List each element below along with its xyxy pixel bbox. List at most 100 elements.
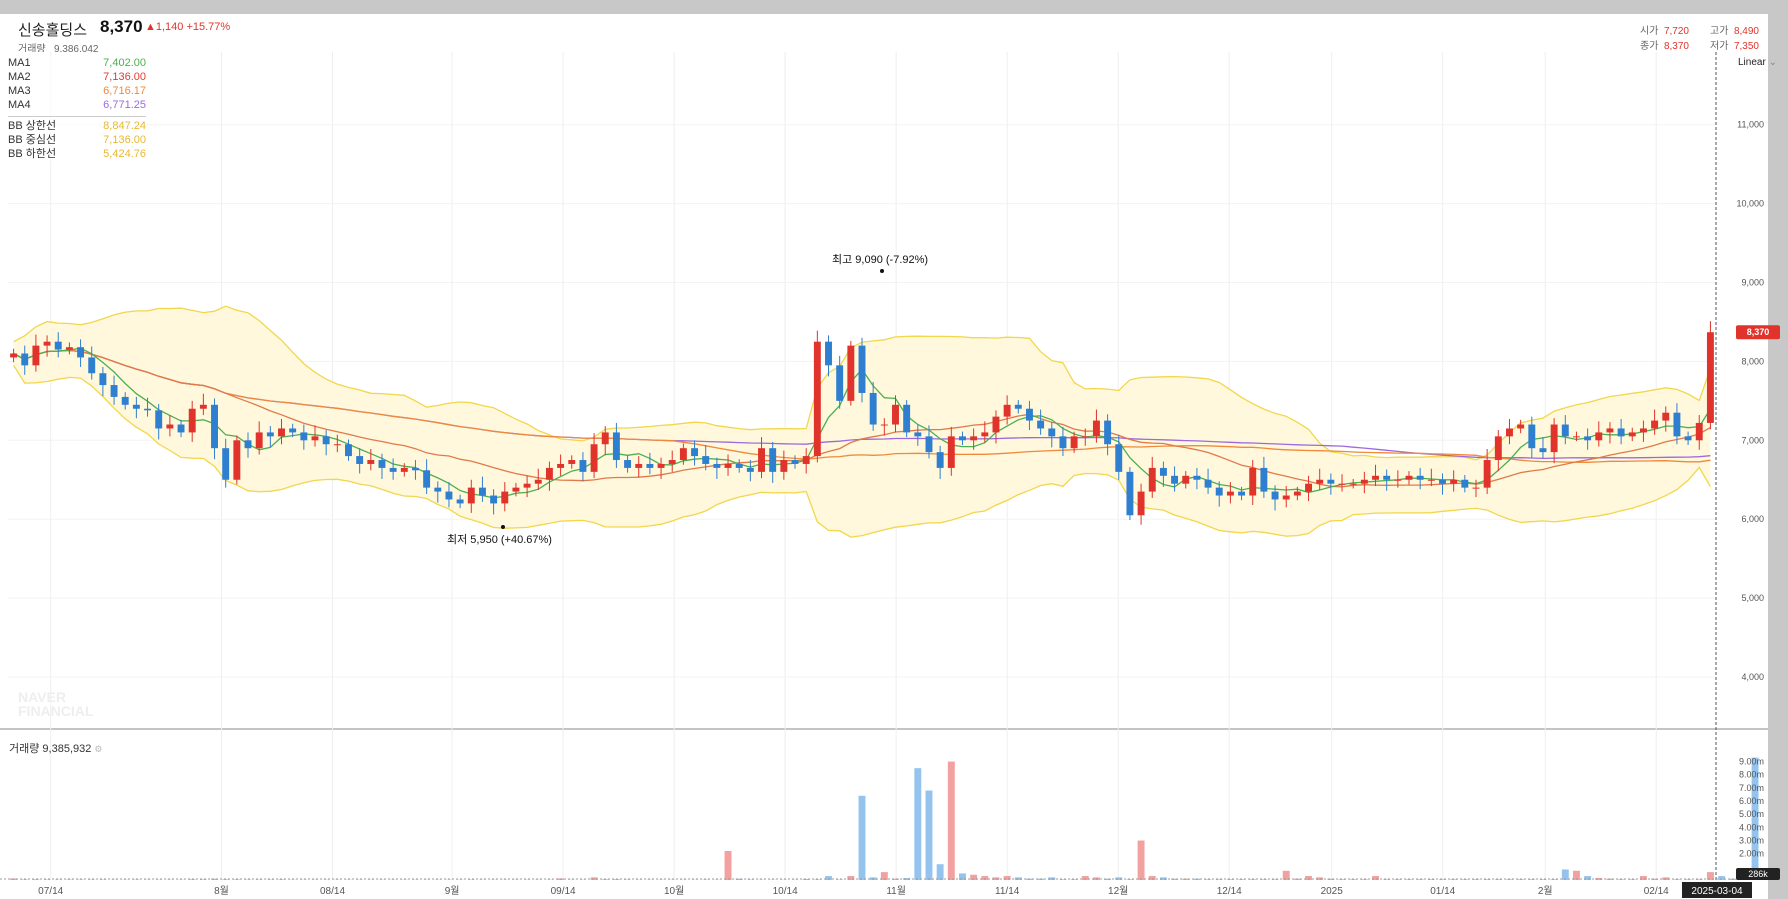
candle-body — [1651, 420, 1659, 429]
candle-body — [813, 341, 821, 457]
legend-ma3: MA3 6,716.17 — [8, 84, 146, 98]
candle-body — [1327, 479, 1335, 484]
candle-body — [679, 448, 687, 461]
volume-tick-label: 3.00m — [1739, 836, 1764, 846]
candle-body — [1182, 475, 1190, 484]
candle-body — [1338, 483, 1346, 485]
candle-body — [478, 487, 486, 496]
scale-mode-dropdown[interactable]: Linear ⌄ — [1738, 57, 1777, 68]
candle-body — [691, 448, 699, 457]
candle-body — [389, 467, 397, 472]
candle-body — [1550, 424, 1558, 453]
x-tick-label: 01/14 — [1430, 886, 1455, 897]
watermark-line: FINANCIAL — [18, 703, 94, 719]
candle-body — [1528, 424, 1536, 449]
candle-body — [43, 341, 51, 346]
candle-body — [590, 444, 598, 472]
candle-body — [255, 432, 263, 449]
volume-tick-label: 5.00m — [1739, 809, 1764, 819]
candle-body — [144, 408, 152, 411]
price-chart[interactable]: 07/14 8월 08/14 9월 09/14 10월 10/14 11월 11/14 12월 12… — [0, 0, 1788, 899]
legend-label: BB 하한선 — [8, 148, 57, 160]
candle-body — [88, 357, 96, 374]
date-tag-label: 2025-03-04 — [1691, 886, 1743, 897]
indicator-legend: MA1 7,402.00 MA2 7,136.00 MA3 6,716.17 MA4 6… — [8, 56, 146, 161]
candle-body — [378, 460, 386, 468]
x-tick-label: 10/14 — [773, 886, 798, 897]
legend-value: 5,424.76 — [103, 148, 146, 160]
candle-body — [970, 436, 978, 441]
candle-body — [132, 404, 140, 409]
candle-body — [21, 353, 29, 366]
legend-value: 7,136.00 — [103, 134, 146, 146]
candle-body — [1472, 487, 1480, 489]
candle-body — [914, 432, 922, 437]
volume-bar — [1561, 869, 1569, 880]
candle-body — [356, 456, 364, 464]
scale-mode-label: Linear — [1738, 57, 1766, 68]
volume-tick-label: 9.00m — [1739, 757, 1764, 767]
candle-body — [892, 404, 899, 425]
candle-body — [1171, 475, 1179, 484]
legend-divider — [8, 116, 146, 117]
candle-body — [456, 499, 464, 504]
legend-ma2: MA2 7,136.00 — [8, 70, 146, 84]
candle-body — [601, 432, 609, 445]
candle-body — [1394, 479, 1402, 481]
legend-bb-lower: BB 하한선 5,424.76 — [8, 147, 146, 161]
volume-bar — [947, 761, 955, 880]
candle-body — [1595, 432, 1603, 441]
legend-value: 8,847.24 — [103, 120, 146, 132]
legend-value: 7,136.00 — [103, 71, 146, 83]
candle-body — [1293, 491, 1301, 496]
candle-body — [1282, 495, 1290, 500]
x-tick-label: 10월 — [664, 885, 684, 897]
candle-body — [1104, 420, 1112, 445]
x-tick-label: 2월 — [1538, 885, 1553, 897]
x-tick-label: 9월 — [445, 885, 460, 897]
candle-body — [211, 404, 218, 449]
candle-body — [825, 341, 832, 366]
candle-body — [657, 463, 665, 468]
candle-body — [1584, 436, 1592, 441]
candle-body — [1684, 436, 1692, 441]
high-marker — [880, 269, 884, 273]
candle-body — [959, 436, 966, 441]
candle-body — [10, 353, 18, 358]
candle-body — [791, 460, 799, 464]
candle-body — [579, 460, 587, 472]
legend-label: MA3 — [8, 85, 31, 97]
candle-body — [1159, 467, 1167, 476]
candle-body — [534, 479, 542, 484]
settings-icon[interactable]: ⚙ — [94, 744, 102, 754]
candle-body — [1014, 404, 1022, 409]
volume-bar — [233, 879, 241, 880]
candle-body — [1025, 408, 1033, 421]
candle-body — [1260, 467, 1268, 492]
candle-body — [1427, 479, 1435, 481]
candle-body — [121, 396, 129, 405]
candle-body — [769, 448, 777, 472]
candle-body — [557, 463, 565, 468]
volume-bar — [914, 768, 922, 880]
volume-bar — [724, 851, 732, 880]
candle-body — [847, 345, 855, 401]
candle-body — [1349, 483, 1357, 485]
x-tick-label: 09/14 — [551, 886, 576, 897]
candle-body — [624, 460, 632, 468]
candle-body — [1226, 491, 1234, 496]
candle-body — [1383, 475, 1391, 480]
candle-body — [735, 463, 743, 468]
x-tick-label: 2025 — [1321, 886, 1344, 897]
candle-body — [278, 428, 285, 437]
candle-body — [780, 460, 788, 472]
candle-body — [1003, 404, 1011, 417]
chevron-down-icon: ⌄ — [1768, 57, 1777, 68]
candle-body — [322, 436, 330, 445]
legend-label: BB 중심선 — [8, 134, 57, 146]
candle-body — [1517, 424, 1525, 429]
candle-body — [289, 428, 297, 433]
candle-body — [233, 440, 241, 480]
low-annotation: 최저 5,950 (+40.67%) — [447, 533, 552, 546]
watermark-logo: NAVER FINANCIAL — [18, 690, 93, 718]
